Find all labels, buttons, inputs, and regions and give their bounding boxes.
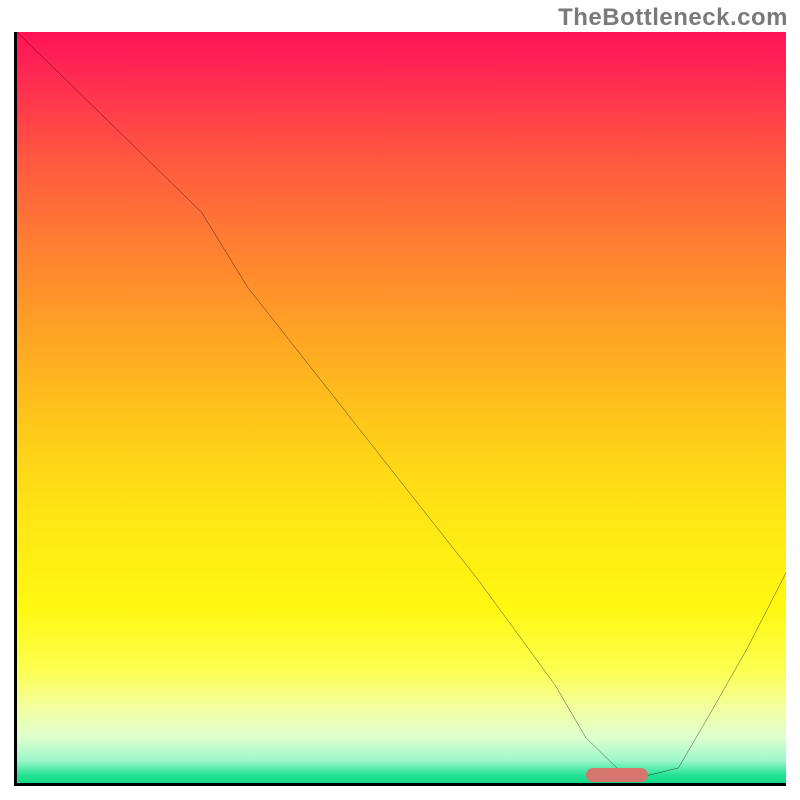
plot-area — [14, 32, 786, 786]
curve-path — [17, 32, 786, 775]
watermark-text: TheBottleneck.com — [558, 4, 788, 32]
bottleneck-curve — [17, 32, 786, 783]
optimal-marker — [586, 768, 648, 782]
chart-container: TheBottleneck.com — [0, 0, 800, 800]
